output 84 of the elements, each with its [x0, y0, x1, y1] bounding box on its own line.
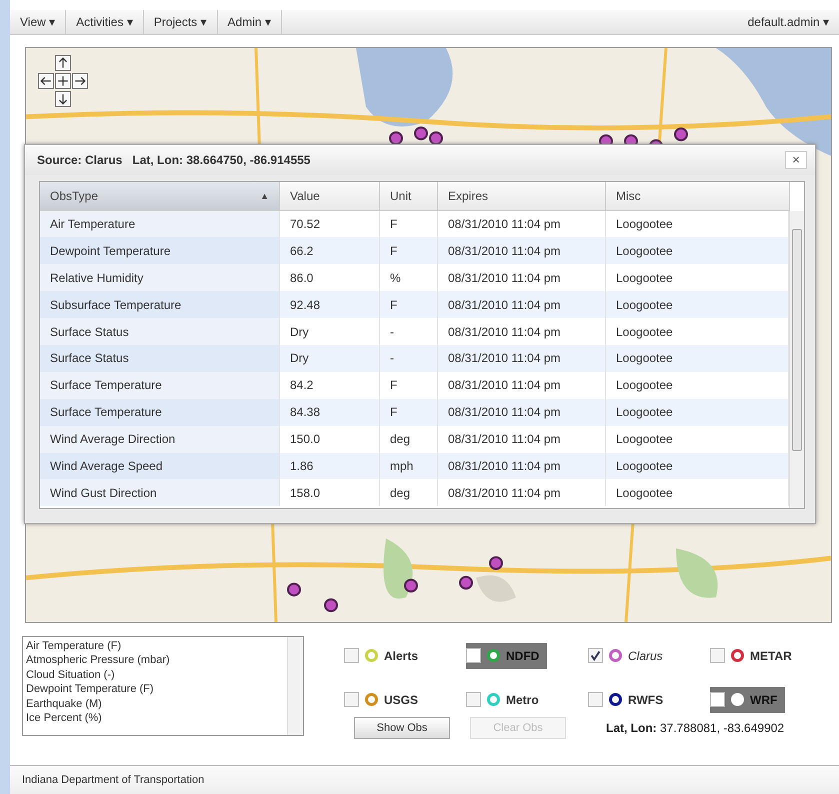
table-cell: Surface Temperature: [40, 398, 280, 426]
column-header[interactable]: ObsType ▲: [40, 182, 280, 210]
table-cell: 158.0: [280, 479, 380, 506]
list-item[interactable]: Atmospheric Pressure (mbar): [26, 653, 284, 668]
list-item[interactable]: Air Temperature (F): [26, 638, 284, 653]
table-cell: Air Temperature: [40, 210, 280, 238]
table-row[interactable]: Wind Average Speed 1.86 mph 08/31/2010 11:04 pm Loogootee: [40, 452, 789, 480]
list-item[interactable]: Dewpoint Temperature (F): [26, 682, 284, 696]
layer-label: NDFD: [506, 648, 540, 662]
table-cell: Dry: [280, 345, 380, 372]
action-button[interactable]: Show Obs: [354, 716, 450, 738]
table-cell: F: [380, 237, 438, 264]
checkbox[interactable]: [466, 692, 481, 707]
layer-label: RWFS: [628, 692, 664, 706]
table-row[interactable]: Surface Status Dry - 08/31/2010 11:04 pm Loogootee: [40, 345, 789, 372]
table-cell: Relative Humidity: [40, 264, 280, 292]
table-row[interactable]: Surface Temperature 84.38 F 08/31/2010 11:04 pm Loogootee: [40, 398, 789, 426]
layer-toggle[interactable]: NDFD: [466, 642, 548, 668]
layer-label: Metro: [506, 692, 539, 706]
pan-down-icon[interactable]: [55, 90, 71, 107]
table-cell: Surface Status: [40, 318, 280, 345]
layer-label: METAR: [750, 648, 792, 662]
table-cell: Surface Status: [40, 345, 280, 372]
menu-button[interactable]: Activities ▾: [66, 10, 144, 34]
table-cell: 08/31/2010 11:04 pm: [438, 291, 606, 318]
column-header[interactable]: Unit: [380, 182, 438, 210]
table-cell: 08/31/2010 11:04 pm: [438, 345, 606, 372]
list-item[interactable]: Cloud Situation (-): [26, 668, 284, 682]
table-row[interactable]: Wind Gust Direction 158.0 deg 08/31/2010 11:04 pm Loogootee: [40, 479, 789, 506]
column-header[interactable]: Value: [280, 182, 380, 210]
table-cell: -: [380, 345, 438, 372]
scrollbar[interactable]: [287, 636, 303, 734]
table-cell: Subsurface Temperature: [40, 291, 280, 318]
table-cell: Surface Temperature: [40, 372, 280, 399]
table-cell: 92.48: [280, 291, 380, 318]
table-cell: 1.86: [280, 452, 380, 480]
checkbox[interactable]: [344, 692, 359, 707]
checkbox[interactable]: [588, 692, 603, 707]
table-row[interactable]: Wind Average Direction 150.0 deg 08/31/2010 11:04 pm Loogootee: [40, 426, 789, 453]
table-row[interactable]: Surface Temperature 84.2 F 08/31/2010 11:04 pm Loogootee: [40, 372, 789, 399]
table-cell: Wind Average Direction: [40, 426, 280, 453]
layer-label: WRF: [750, 692, 778, 706]
layer-label: Alerts: [384, 648, 418, 662]
table-cell: 66.2: [280, 237, 380, 264]
table-cell: 08/31/2010 11:04 pm: [438, 237, 606, 264]
pan-up-icon[interactable]: [55, 54, 71, 71]
table-cell: Dewpoint Temperature: [40, 237, 280, 264]
user-menu[interactable]: default.admin ▾: [738, 10, 839, 34]
dialog-title: Source: Clarus Lat, Lon: 38.664750, -86.914555: [37, 152, 310, 167]
checkbox[interactable]: [588, 648, 603, 663]
table-cell: 08/31/2010 11:04 pm: [438, 398, 606, 426]
table-cell: 08/31/2010 11:04 pm: [438, 452, 606, 480]
table-cell: 84.38: [280, 398, 380, 426]
pan-center-icon[interactable]: [55, 72, 71, 89]
table-cell: Wind Average Speed: [40, 452, 280, 480]
table-cell: 08/31/2010 11:04 pm: [438, 479, 606, 506]
cursor-coordinates: Lat, Lon: 37.788081, -83.649902: [606, 720, 784, 734]
menu-button[interactable]: Admin ▾: [218, 10, 282, 34]
checkbox[interactable]: [466, 648, 481, 663]
layer-toggle[interactable]: WRF: [710, 686, 786, 712]
pan-left-icon[interactable]: [38, 72, 54, 89]
layer-label: Clarus: [628, 648, 663, 662]
menu-button[interactable]: Projects ▾: [144, 10, 218, 34]
table-cell: Wind Gust Direction: [40, 479, 280, 506]
table-cell: mph: [380, 452, 438, 480]
checkbox[interactable]: [344, 648, 359, 663]
pan-right-icon[interactable]: [72, 72, 88, 89]
scrollbar[interactable]: [789, 210, 804, 508]
column-header[interactable]: Expires: [438, 182, 606, 210]
observation-list[interactable]: Air Temperature (F) Atmospheric Pressure (mbar) Cloud Situation (-) Dewpoint Temperature (F) Earthquake (M) Ice Percent (%): [22, 636, 304, 736]
close-button[interactable]: ×: [785, 150, 807, 169]
table-cell: deg: [380, 479, 438, 506]
list-item[interactable]: Earthquake (M): [26, 696, 284, 711]
column-header[interactable]: Misc: [606, 182, 790, 210]
table-cell: F: [380, 291, 438, 318]
list-item[interactable]: Ice Percent (%): [26, 711, 284, 726]
checkbox[interactable]: [710, 692, 725, 707]
table-row[interactable]: Subsurface Temperature 92.48 F 08/31/2010 11:04 pm Loogootee: [40, 291, 789, 318]
layer-label: USGS: [384, 692, 418, 706]
table-row[interactable]: Dewpoint Temperature 66.2 F 08/31/2010 11:04 pm Loogootee: [40, 237, 789, 264]
status-bar: Indiana Department of Transportation: [10, 765, 839, 794]
table-cell: F: [380, 398, 438, 426]
menu-button[interactable]: View ▾: [10, 10, 66, 34]
checkbox[interactable]: [710, 648, 725, 663]
